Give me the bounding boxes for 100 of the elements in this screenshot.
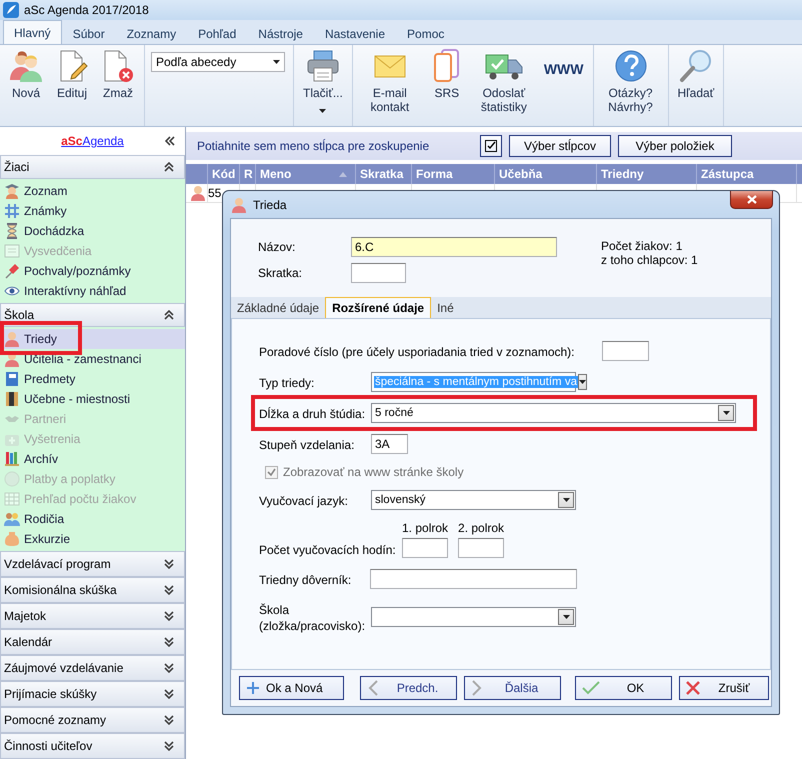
close-button[interactable] xyxy=(730,191,773,209)
sidebar-item[interactable]: Archív xyxy=(0,449,185,469)
coin-icon xyxy=(4,471,20,487)
collapse-icon xyxy=(165,136,175,146)
sidebar-item[interactable]: Exkurzie xyxy=(0,529,185,549)
dropdown-field[interactable]: slovenský xyxy=(371,490,576,510)
section-header[interactable]: Majetok xyxy=(0,603,185,629)
menu-tab[interactable]: Nastavenie xyxy=(314,22,396,44)
sidebar-item[interactable]: Učitelia - zamestnanci xyxy=(0,349,185,369)
section-header[interactable]: Žiaci xyxy=(0,155,185,179)
window-title: aSc Agenda 2017/2018 xyxy=(24,3,149,17)
stat-text: z toho chlapcov: 1 xyxy=(601,253,698,267)
field-label: Počet vyučovacích hodín: xyxy=(259,542,397,558)
dropdown-field[interactable]: 5 ročné xyxy=(371,403,736,423)
books-icon xyxy=(4,451,20,467)
input-field[interactable] xyxy=(602,341,649,361)
dropdown-button[interactable] xyxy=(558,492,574,508)
field-label: Stupeň vzdelania: xyxy=(259,437,356,453)
dropdown-button[interactable] xyxy=(718,405,734,421)
dialog-tab[interactable]: Základné údaje xyxy=(231,297,326,318)
person-icon xyxy=(190,185,206,201)
ribbon-button[interactable]: Nová xyxy=(6,49,46,100)
dialog-tab[interactable]: Iné xyxy=(431,297,460,318)
menu-tab[interactable]: Pomoc xyxy=(396,22,456,44)
ribbon-button[interactable]: Edituj xyxy=(52,49,92,100)
door-icon xyxy=(4,391,20,407)
app-logo-icon xyxy=(3,2,19,18)
sidebar-item[interactable]: Učebne - miestnosti xyxy=(0,389,185,409)
dialog-button[interactable]: OK xyxy=(575,676,672,700)
hash-icon xyxy=(4,203,20,219)
menu-tab[interactable]: Súbor xyxy=(62,22,116,44)
dropdown-button[interactable] xyxy=(558,609,574,625)
dialog-button[interactable]: Ok a Nová xyxy=(239,676,344,700)
sort-dropdown[interactable]: Podľa abecedy xyxy=(151,52,285,72)
stat-text: Počet žiakov: 1 xyxy=(601,239,684,253)
sidebar-item[interactable]: Dochádzka xyxy=(0,221,185,241)
dialog-button[interactable]: Zrušiť xyxy=(679,676,769,700)
input-field[interactable] xyxy=(370,569,577,589)
group-hint: Potiahnite sem meno stĺpca pre zoskupenie xyxy=(197,139,430,153)
section-header[interactable]: Záujmové vzdelávanie xyxy=(0,655,185,681)
sidebar-item[interactable]: Pochvaly/poznámky xyxy=(0,261,185,281)
section-header[interactable]: Komisionálna skúška xyxy=(0,577,185,603)
ribbon-button[interactable]: Odoslať štatistiky xyxy=(472,49,535,114)
input-field[interactable]: 6.C xyxy=(351,237,557,257)
app-link[interactable]: aScAgenda xyxy=(61,134,124,148)
ribbon-button[interactable]: Hľadať xyxy=(674,49,718,100)
student-icon xyxy=(4,183,20,199)
input-field[interactable] xyxy=(458,538,504,558)
sidebar-item[interactable]: Zoznam xyxy=(0,181,185,201)
section-header[interactable]: Prijímacie skúšky xyxy=(0,681,185,707)
caret-icon xyxy=(562,498,570,502)
parents-icon xyxy=(4,511,20,527)
dropdown-button[interactable] xyxy=(578,374,587,390)
field-label: Poradové číslo (pre účely usporiadania tried v zoznamoch): xyxy=(259,344,576,360)
ribbon-button[interactable]: E-mail kontakt xyxy=(358,49,421,114)
printer-icon xyxy=(306,49,340,83)
toggle-button[interactable] xyxy=(480,135,502,157)
help-icon xyxy=(614,49,648,83)
dialog-button[interactable]: Ďalšia xyxy=(464,676,561,700)
sidebar-item[interactable]: Predmety xyxy=(0,369,185,389)
menu-tab[interactable]: Nástroje xyxy=(247,22,314,44)
input-field[interactable] xyxy=(351,263,406,283)
field-label: Typ triedy: xyxy=(259,375,316,391)
section-header[interactable]: Vzdelávací program xyxy=(0,551,185,577)
person-icon xyxy=(231,196,247,212)
sidebar-item[interactable]: Rodičia xyxy=(0,509,185,529)
menu-tab[interactable]: Pohľad xyxy=(187,22,248,44)
menu-tab[interactable]: Hlavný xyxy=(3,20,62,44)
checkbox-icon xyxy=(485,140,497,152)
field-label: Triedny dôverník: xyxy=(259,572,352,588)
check-icon xyxy=(267,468,276,476)
ribbon-button[interactable]: Tlačiť... xyxy=(300,49,346,113)
input-field[interactable] xyxy=(402,538,448,558)
plus-icon xyxy=(246,681,260,695)
ribbon-button[interactable]: Zmaž xyxy=(98,49,138,100)
person-icon xyxy=(4,331,20,347)
menu-tab[interactable]: Zoznamy xyxy=(116,22,188,44)
section-header[interactable]: Kalendár xyxy=(0,629,185,655)
dropdown-field[interactable] xyxy=(371,607,576,627)
chevron-right-icon xyxy=(471,680,483,696)
sidebar-item[interactable]: Známky xyxy=(0,201,185,221)
ribbon-button[interactable]: Otázky? Návrhy? xyxy=(600,49,662,114)
section-header[interactable]: Škola xyxy=(0,303,185,327)
ribbon-button[interactable]: WWW xyxy=(540,49,586,89)
ribbon-button[interactable]: SRS xyxy=(426,49,467,100)
grid-button[interactable]: Výber položiek xyxy=(618,135,732,157)
column-label: 1. polrok xyxy=(402,521,448,535)
pin-icon xyxy=(4,263,20,279)
close-icon xyxy=(686,681,700,695)
section-header[interactable]: Činnosti učiteľov xyxy=(0,733,185,759)
section-header[interactable]: Pomocné zoznamy xyxy=(0,707,185,733)
grid-button[interactable]: Výber stĺpcov xyxy=(509,135,611,157)
dialog-tab[interactable]: Rozšírené údaje xyxy=(325,297,432,318)
book-icon xyxy=(4,371,20,387)
dialog-button[interactable]: Predch. xyxy=(360,676,457,700)
sidebar-item[interactable]: Interaktívny náhľad xyxy=(0,281,185,301)
input-field[interactable]: 3A xyxy=(371,434,408,454)
caret-icon xyxy=(562,615,570,619)
field-label: Skratka: xyxy=(258,265,304,281)
search-icon xyxy=(678,49,713,83)
